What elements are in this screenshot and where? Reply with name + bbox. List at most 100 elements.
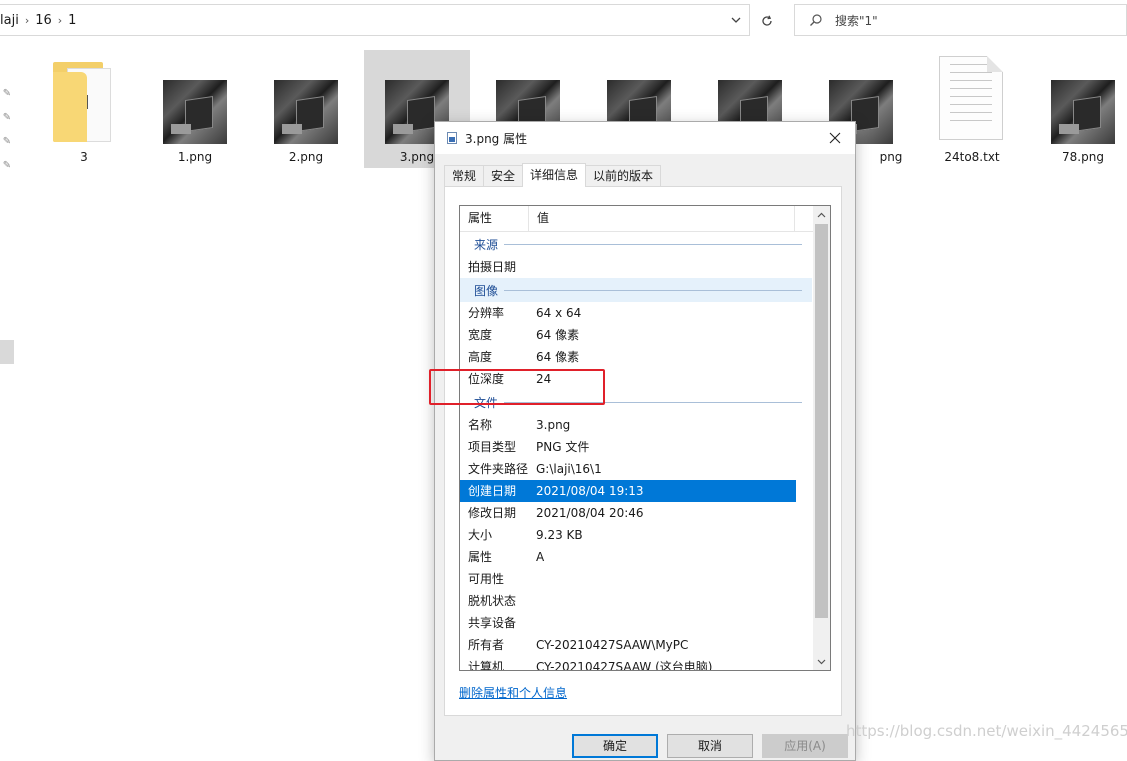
- property-name: 文件夹路径: [468, 462, 529, 476]
- file-label: 1.png: [177, 150, 213, 164]
- property-value: CY-20210427SAAW (这台电脑): [536, 660, 713, 671]
- property-name: 创建日期: [468, 484, 517, 498]
- property-name: 拍摄日期: [468, 260, 517, 274]
- scrollbar-thumb[interactable]: [815, 224, 828, 618]
- pin-icon[interactable]: ✎: [0, 160, 14, 184]
- breadcrumb-separator-icon: ›: [24, 13, 30, 27]
- file-label: 3: [80, 150, 88, 164]
- vertical-scrollbar[interactable]: [813, 206, 830, 670]
- breadcrumb-separator-icon: ›: [57, 13, 63, 27]
- file-label: 78.png: [1062, 150, 1104, 164]
- group-label: 图像: [474, 283, 499, 298]
- list-item-selected[interactable]: 创建日期 2021/08/04 19:13: [460, 480, 796, 502]
- property-name: 可用性: [468, 572, 505, 586]
- property-value: 64 像素: [536, 350, 580, 364]
- property-value: 3.png: [536, 418, 571, 432]
- breadcrumb-laji[interactable]: laji: [0, 13, 19, 28]
- cancel-button[interactable]: 取消: [667, 734, 753, 758]
- group-header-origin[interactable]: 来源: [460, 232, 812, 256]
- group-label: 来源: [474, 237, 499, 252]
- property-name: 属性: [468, 550, 493, 564]
- scroll-down-button[interactable]: [813, 653, 830, 670]
- property-value: [528, 612, 536, 634]
- file-item[interactable]: 1.png: [142, 50, 248, 168]
- chevron-up-icon: [817, 212, 826, 217]
- dialog-titlebar[interactable]: 3.png 属性: [435, 122, 855, 154]
- tab-general[interactable]: 常规: [444, 165, 485, 187]
- list-item[interactable]: 修改日期 2021/08/04 20:46: [460, 502, 812, 524]
- file-label: 24to8.txt: [944, 150, 1000, 164]
- property-value: PNG 文件: [536, 440, 590, 454]
- file-label: 2.png: [288, 150, 324, 164]
- nav-pane-selected-item[interactable]: [0, 340, 14, 364]
- list-item[interactable]: 分辨率 64 x 64: [460, 302, 812, 324]
- list-item[interactable]: 共享设备: [460, 612, 812, 634]
- property-rows: 来源 拍摄日期 图像 分辨率 64 x 64 宽度 64 像素 高度 64 像素…: [460, 232, 812, 671]
- list-item[interactable]: 文件夹路径 G:\laji\16\1: [460, 458, 812, 480]
- folder-item[interactable]: 3: [31, 50, 137, 168]
- property-value: 9.23 KB: [536, 528, 583, 542]
- list-item[interactable]: 所有者 CY-20210427SAAW\MyPC: [460, 634, 812, 656]
- column-header-property[interactable]: 属性: [460, 206, 529, 231]
- explorer-toolbar: laji › 16 › 1: [0, 4, 782, 36]
- file-item[interactable]: 24to8.txt: [919, 50, 1025, 168]
- search-icon: [810, 14, 822, 26]
- property-name: 脱机状态: [468, 594, 517, 608]
- watermark: https://blog.csdn.net/weixin_44245653: [846, 722, 1127, 740]
- list-item[interactable]: 大小 9.23 KB: [460, 524, 812, 546]
- property-name: 名称: [468, 418, 493, 432]
- list-item[interactable]: 计算机 CY-20210427SAAW (这台电脑): [460, 656, 812, 671]
- breadcrumb-16[interactable]: 16: [35, 13, 52, 28]
- list-item[interactable]: 属性 A: [460, 546, 812, 568]
- remove-properties-link[interactable]: 删除属性和个人信息: [459, 684, 567, 701]
- file-item[interactable]: 2.png: [253, 50, 359, 168]
- breadcrumb-1[interactable]: 1: [68, 13, 76, 28]
- property-name: 项目类型: [468, 440, 517, 454]
- close-button[interactable]: [823, 126, 847, 150]
- pin-icon[interactable]: ✎: [0, 88, 14, 112]
- tab-previous-versions[interactable]: 以前的版本: [585, 165, 662, 187]
- quick-access-pins: ✎ ✎ ✎ ✎: [0, 88, 14, 184]
- property-name: 分辨率: [468, 306, 505, 320]
- file-item[interactable]: 78.png: [1030, 50, 1127, 168]
- image-thumbnail: [274, 80, 338, 144]
- property-value: [528, 256, 536, 278]
- group-header-image[interactable]: 图像: [460, 278, 812, 302]
- pin-icon[interactable]: ✎: [0, 136, 14, 160]
- search-input[interactable]: 搜索"1": [794, 4, 1127, 36]
- list-item[interactable]: 名称 3.png: [460, 414, 812, 436]
- folder-icon: [53, 58, 115, 144]
- property-value: [528, 590, 536, 612]
- pin-icon[interactable]: ✎: [0, 112, 14, 136]
- column-header-value[interactable]: 值: [529, 206, 795, 231]
- tab-security[interactable]: 安全: [483, 165, 524, 187]
- file-icon: [447, 132, 457, 144]
- chevron-down-icon[interactable]: [729, 13, 743, 27]
- property-list[interactable]: 属性 值 来源 拍摄日期 图像 分辨率 64 x 64 宽度 64 像素 高度 …: [459, 205, 831, 671]
- dialog-title: 3.png 属性: [465, 131, 528, 146]
- ok-button[interactable]: 确定: [572, 734, 658, 758]
- address-bar[interactable]: laji › 16 › 1: [0, 4, 750, 36]
- property-value: CY-20210427SAAW\MyPC: [536, 638, 689, 652]
- refresh-button[interactable]: [754, 8, 780, 34]
- list-item[interactable]: 脱机状态: [460, 590, 812, 612]
- property-value: 64 x 64: [536, 306, 582, 320]
- tab-details[interactable]: 详细信息: [522, 163, 587, 187]
- property-value: 2021/08/04 20:46: [536, 506, 644, 520]
- property-value: 2021/08/04 19:13: [536, 484, 644, 498]
- list-header: 属性 值: [460, 206, 830, 232]
- property-name: 共享设备: [468, 616, 517, 630]
- annotation-highlight-box: [429, 369, 605, 405]
- list-item[interactable]: 宽度 64 像素: [460, 324, 812, 346]
- properties-dialog: 3.png 属性 常规 安全 详细信息 以前的版本 属性 值 来源 拍摄日期 图…: [434, 121, 856, 761]
- close-icon: [829, 132, 841, 144]
- scroll-up-button[interactable]: [813, 206, 830, 223]
- list-item[interactable]: 可用性: [460, 568, 812, 590]
- property-value: 64 像素: [536, 328, 580, 342]
- list-item[interactable]: 项目类型 PNG 文件: [460, 436, 812, 458]
- list-item[interactable]: 拍摄日期: [460, 256, 812, 278]
- property-value: A: [536, 550, 545, 564]
- apply-button[interactable]: 应用(A): [762, 734, 848, 758]
- search-placeholder: 搜索"1": [835, 13, 878, 28]
- list-item[interactable]: 高度 64 像素: [460, 346, 812, 368]
